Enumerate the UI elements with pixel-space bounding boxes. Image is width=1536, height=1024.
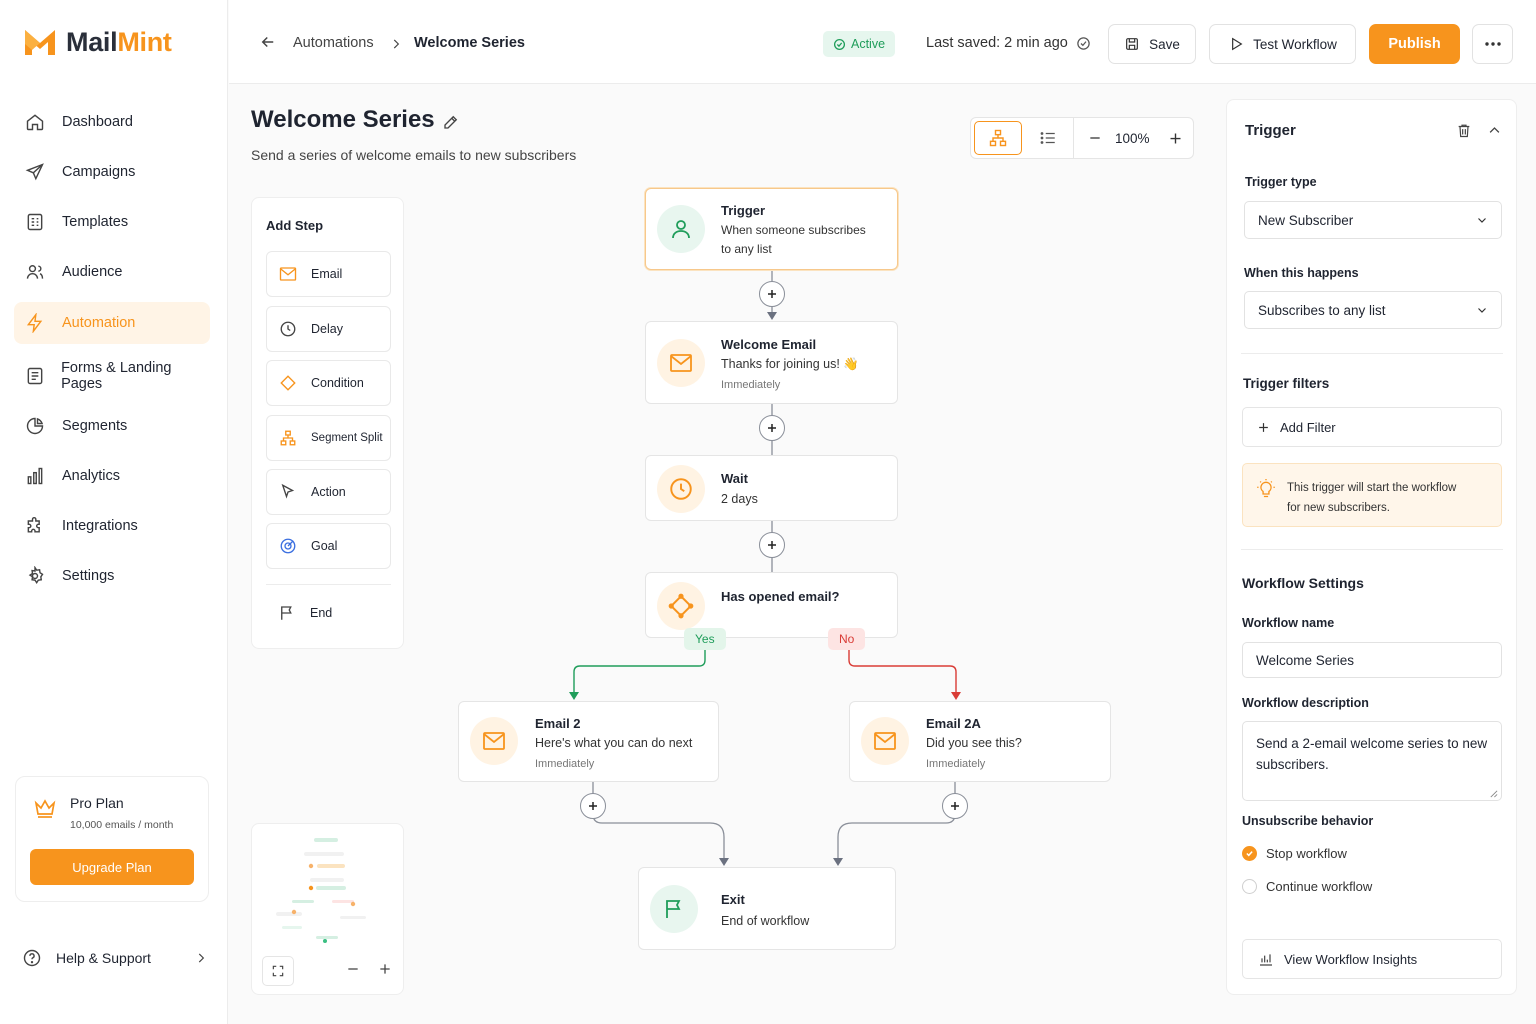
flag-icon	[650, 885, 698, 933]
panel-title: Trigger	[1245, 122, 1296, 139]
node-description-line: When someone subscribes	[721, 223, 866, 237]
clock-icon	[657, 465, 705, 513]
info-note-text: This trigger will start the workflow for…	[1287, 479, 1456, 518]
trash-icon[interactable]	[1456, 122, 1472, 139]
node-description: Did you see this?	[926, 736, 1022, 750]
mail-icon	[657, 339, 705, 387]
chevron-up-icon[interactable]	[1487, 123, 1502, 138]
node-description: Thanks for joining us! 👋	[721, 357, 859, 371]
unsubscribe-behavior-label: Unsubscribe behavior	[1242, 814, 1374, 828]
add-step-button[interactable]	[580, 793, 606, 819]
node-timing: Immediately	[721, 379, 781, 391]
mail-icon	[861, 717, 909, 765]
when-value: Subscribes to any list	[1258, 302, 1386, 318]
workflow-description-textarea[interactable]: Send a 2-email welcome series to new sub…	[1242, 721, 1502, 801]
add-step-button[interactable]	[759, 532, 785, 558]
plus-icon	[766, 288, 778, 300]
workflow-name-label: Workflow name	[1242, 616, 1335, 630]
node-title: Welcome Email	[721, 337, 817, 352]
node-description: Here's what you can do next	[535, 736, 693, 750]
trigger-settings-panel: Trigger Trigger type New Subscriber When…	[1226, 99, 1517, 995]
divider	[1241, 353, 1503, 354]
node-timing: Immediately	[535, 758, 595, 770]
workflow-description-label: Workflow description	[1242, 696, 1369, 710]
plus-icon	[766, 422, 778, 434]
view-workflow-insights-button[interactable]: View Workflow Insights	[1242, 939, 1502, 979]
plus-icon	[1257, 421, 1270, 434]
node-description: When someone subscribes to any list	[721, 221, 866, 259]
when-label: When this happens	[1244, 266, 1359, 280]
add-filter-label: Add Filter	[1280, 419, 1336, 435]
branch-no-label: No	[828, 628, 866, 650]
info-note-line: for new subscribers.	[1287, 501, 1390, 514]
trigger-type-select[interactable]: New Subscriber	[1244, 201, 1502, 239]
node-title: Email 2	[535, 716, 581, 731]
node-description: End of workflow	[721, 914, 810, 928]
node-wait[interactable]: Wait 2 days	[645, 455, 898, 521]
trigger-type-value: New Subscriber	[1258, 212, 1354, 228]
node-title: Has opened email?	[721, 589, 840, 604]
insights-chart-icon	[1258, 951, 1274, 967]
add-step-button[interactable]	[942, 793, 968, 819]
trigger-filters-title: Trigger filters	[1243, 376, 1330, 391]
add-step-button[interactable]	[759, 281, 785, 307]
radio-label: Continue workflow	[1266, 879, 1373, 894]
trigger-type-label: Trigger type	[1245, 175, 1317, 189]
workflow-settings-title: Workflow Settings	[1242, 575, 1364, 591]
node-trigger[interactable]: Trigger When someone subscribes to any l…	[645, 188, 898, 270]
radio-checked-icon	[1242, 846, 1257, 861]
condition-diamond-icon	[657, 582, 705, 630]
add-filter-button[interactable]: Add Filter	[1242, 407, 1502, 447]
node-title: Email 2A	[926, 716, 981, 731]
branch-yes-label: Yes	[684, 628, 726, 650]
plus-icon	[587, 800, 599, 812]
chevron-down-icon	[1476, 214, 1488, 226]
divider	[1241, 549, 1503, 550]
mail-icon	[470, 717, 518, 765]
lightbulb-icon	[1256, 478, 1276, 500]
node-title: Trigger	[721, 203, 766, 218]
plus-icon	[766, 539, 778, 551]
node-exit[interactable]: Exit End of workflow	[638, 867, 896, 950]
radio-stop-workflow[interactable]: Stop workflow	[1242, 846, 1347, 861]
radio-unchecked-icon	[1242, 879, 1257, 894]
insights-label: View Workflow Insights	[1284, 951, 1418, 967]
node-email-2[interactable]: Email 2 Here's what you can do next Imme…	[458, 701, 719, 782]
info-note-line: This trigger will start the workflow	[1287, 482, 1457, 494]
node-welcome-email[interactable]: Welcome Email Thanks for joining us! 👋 I…	[645, 321, 898, 404]
trigger-info-note: This trigger will start the workflow for…	[1242, 463, 1502, 527]
add-step-button[interactable]	[759, 415, 785, 441]
node-email-2a[interactable]: Email 2A Did you see this? Immediately	[849, 701, 1111, 782]
node-timing: Immediately	[926, 758, 986, 770]
chevron-down-icon	[1476, 304, 1488, 316]
when-select[interactable]: Subscribes to any list	[1244, 291, 1502, 329]
node-title: Wait	[721, 471, 748, 486]
resize-handle-icon[interactable]	[1489, 789, 1498, 798]
radio-label: Stop workflow	[1266, 846, 1347, 861]
workflow-name-input[interactable]: Welcome Series	[1242, 642, 1502, 678]
radio-continue-workflow[interactable]: Continue workflow	[1242, 879, 1372, 894]
plus-icon	[949, 800, 961, 812]
node-description: 2 days	[721, 492, 758, 506]
node-description-line: to any list	[721, 242, 772, 256]
node-title: Exit	[721, 892, 745, 907]
user-icon	[657, 205, 705, 253]
